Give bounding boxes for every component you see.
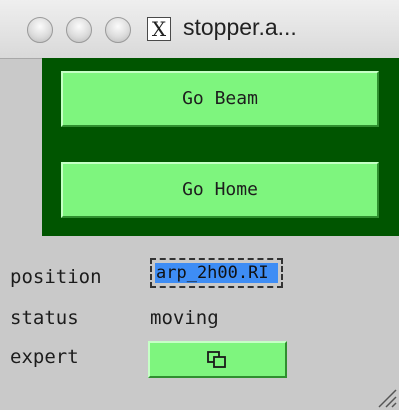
status-value: moving [150, 307, 219, 329]
position-field[interactable]: arp_2h00.RI [150, 258, 283, 288]
go-home-button[interactable]: Go Home [61, 162, 379, 218]
position-value: arp_2h00.RI [155, 263, 278, 283]
close-icon[interactable] [27, 17, 53, 43]
zoom-icon[interactable] [105, 17, 131, 43]
expert-button[interactable] [148, 341, 287, 378]
related-display-icon [207, 351, 226, 368]
expert-label: expert [10, 346, 79, 368]
title-bar: X stopper.a... [0, 0, 399, 59]
x11-icon: X [147, 17, 171, 41]
resize-grip-icon[interactable] [373, 384, 397, 408]
status-label: status [10, 307, 79, 329]
window-title: stopper.a... [183, 14, 297, 40]
position-label: position [10, 266, 102, 288]
minimize-icon[interactable] [66, 17, 92, 43]
go-beam-button[interactable]: Go Beam [61, 71, 379, 127]
